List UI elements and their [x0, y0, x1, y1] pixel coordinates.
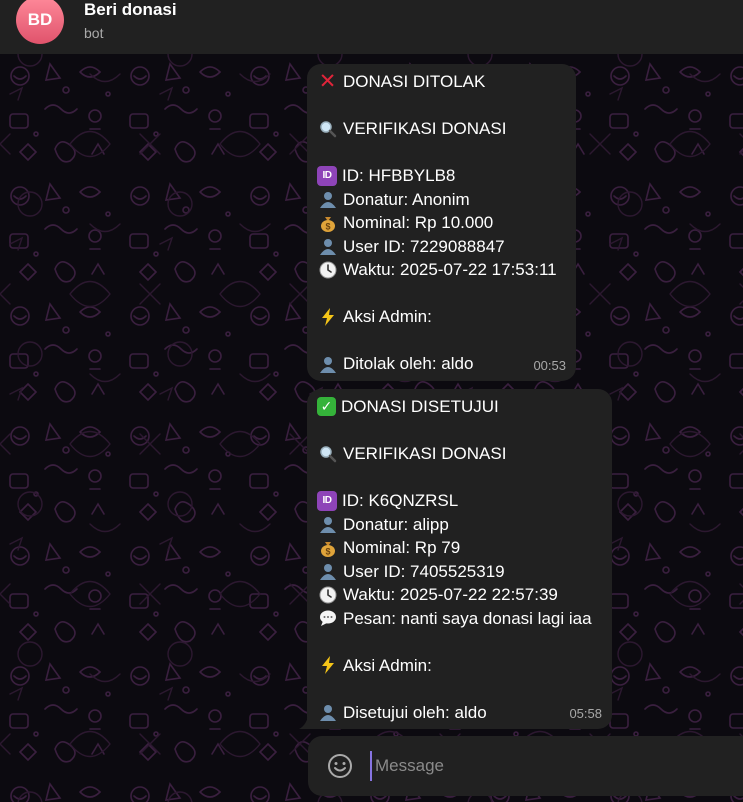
heading-text: VERIFIKASI DONASI — [343, 444, 507, 463]
status-text: DONASI DISETUJUI — [341, 397, 499, 416]
speech-bubble-icon — [317, 608, 338, 628]
heading-text: VERIFIKASI DONASI — [343, 119, 507, 138]
field-line: $ Nominal: Rp 10.000 — [317, 211, 566, 235]
person-icon — [317, 561, 338, 581]
svg-text:$: $ — [325, 221, 330, 231]
field-text: Donatur: alipp — [343, 514, 449, 534]
lightning-icon — [317, 655, 338, 675]
person-icon — [317, 236, 338, 256]
money-bag-icon: $ — [317, 213, 338, 233]
magnifier-icon — [317, 444, 338, 464]
result-text: Ditolak oleh: aldo — [343, 354, 474, 373]
field-text: Waktu: 2025-07-22 17:53:11 — [343, 260, 557, 279]
status-text: DONASI DITOLAK — [343, 72, 486, 91]
chat-title: Beri donasi — [84, 0, 177, 19]
bubble-tail — [299, 712, 313, 729]
field-text: User ID: 7405525319 — [343, 561, 505, 581]
message-time: 05:58 — [569, 705, 602, 721]
heading-line: VERIFIKASI DONASI — [317, 117, 566, 141]
field-line: User ID: 7405525319 — [317, 560, 602, 584]
result-text: Disetujui oleh: aldo — [343, 702, 487, 722]
chat-header[interactable]: BD Beri donasi bot — [0, 0, 743, 54]
action-text: Aksi Admin: — [343, 307, 432, 326]
chat-title-block[interactable]: Beri donasi bot — [84, 0, 177, 43]
heading-line: VERIFIKASI DONASI — [317, 442, 602, 466]
result-line: Ditolak oleh: aldo — [317, 352, 566, 376]
field-text: Nominal: Rp 10.000 — [343, 213, 494, 232]
field-line: Pesan: nanti saya donasi lagi iaa — [317, 607, 602, 631]
svg-text:$: $ — [325, 546, 330, 556]
person-icon — [317, 189, 338, 209]
field-line: Waktu: 2025-07-22 17:53:11 — [317, 258, 566, 282]
field-text: ID: HFBBYLB8 — [342, 166, 456, 185]
check-mark-icon: ✓ — [317, 397, 336, 417]
status-line: ✕ DONASI DITOLAK — [317, 70, 566, 94]
smiley-icon — [328, 754, 352, 778]
id-badge-icon: ID — [317, 490, 337, 511]
id-badge-icon: ID — [317, 165, 337, 186]
clock-icon — [317, 260, 338, 280]
field-text: ID: K6QNZRSL — [342, 491, 459, 510]
field-line: $ Nominal: Rp 79 — [317, 536, 602, 560]
chat-subtitle: bot — [84, 25, 104, 41]
field-line: Donatur: Anonim — [317, 188, 566, 212]
field-text: Nominal: Rp 79 — [343, 538, 461, 557]
field-line: Waktu: 2025-07-22 22:57:39 — [317, 583, 602, 607]
action-line: Aksi Admin: — [317, 305, 566, 329]
cross-mark-icon: ✕ — [318, 70, 337, 93]
person-icon — [317, 702, 338, 722]
action-text: Aksi Admin: — [343, 655, 432, 675]
emoji-button[interactable] — [326, 752, 354, 780]
field-text: User ID: 7229088847 — [343, 236, 505, 256]
money-bag-icon: $ — [317, 538, 338, 558]
field-line: User ID: 7229088847 — [317, 235, 566, 259]
message-bubble[interactable]: ✕ DONASI DITOLAK VERIFIKASI DONASI ID ID… — [307, 64, 576, 381]
field-line: Donatur: alipp — [317, 513, 602, 537]
message-composer[interactable] — [308, 736, 743, 796]
field-text: Donatur: Anonim — [343, 189, 470, 209]
lightning-icon — [317, 307, 338, 327]
field-text: Waktu: 2025-07-22 22:57:39 — [343, 585, 558, 604]
person-icon — [317, 354, 338, 374]
field-line: ID ID: K6QNZRSL — [317, 489, 602, 513]
status-line: ✓ DONASI DISETUJUI — [317, 395, 602, 419]
message-time: 00:53 — [533, 357, 566, 373]
clock-icon — [317, 585, 338, 605]
message-bubble[interactable]: ✓ DONASI DISETUJUI VERIFIKASI DONASI ID … — [307, 389, 612, 729]
avatar[interactable]: BD — [16, 0, 64, 44]
field-text: Pesan: nanti saya donasi lagi iaa — [343, 608, 592, 628]
magnifier-icon — [317, 119, 338, 139]
message-input[interactable] — [370, 751, 730, 781]
person-icon — [317, 514, 338, 534]
field-line: ID ID: HFBBYLB8 — [317, 164, 566, 188]
result-line: Disetujui oleh: aldo — [317, 701, 602, 725]
action-line: Aksi Admin: — [317, 654, 602, 678]
